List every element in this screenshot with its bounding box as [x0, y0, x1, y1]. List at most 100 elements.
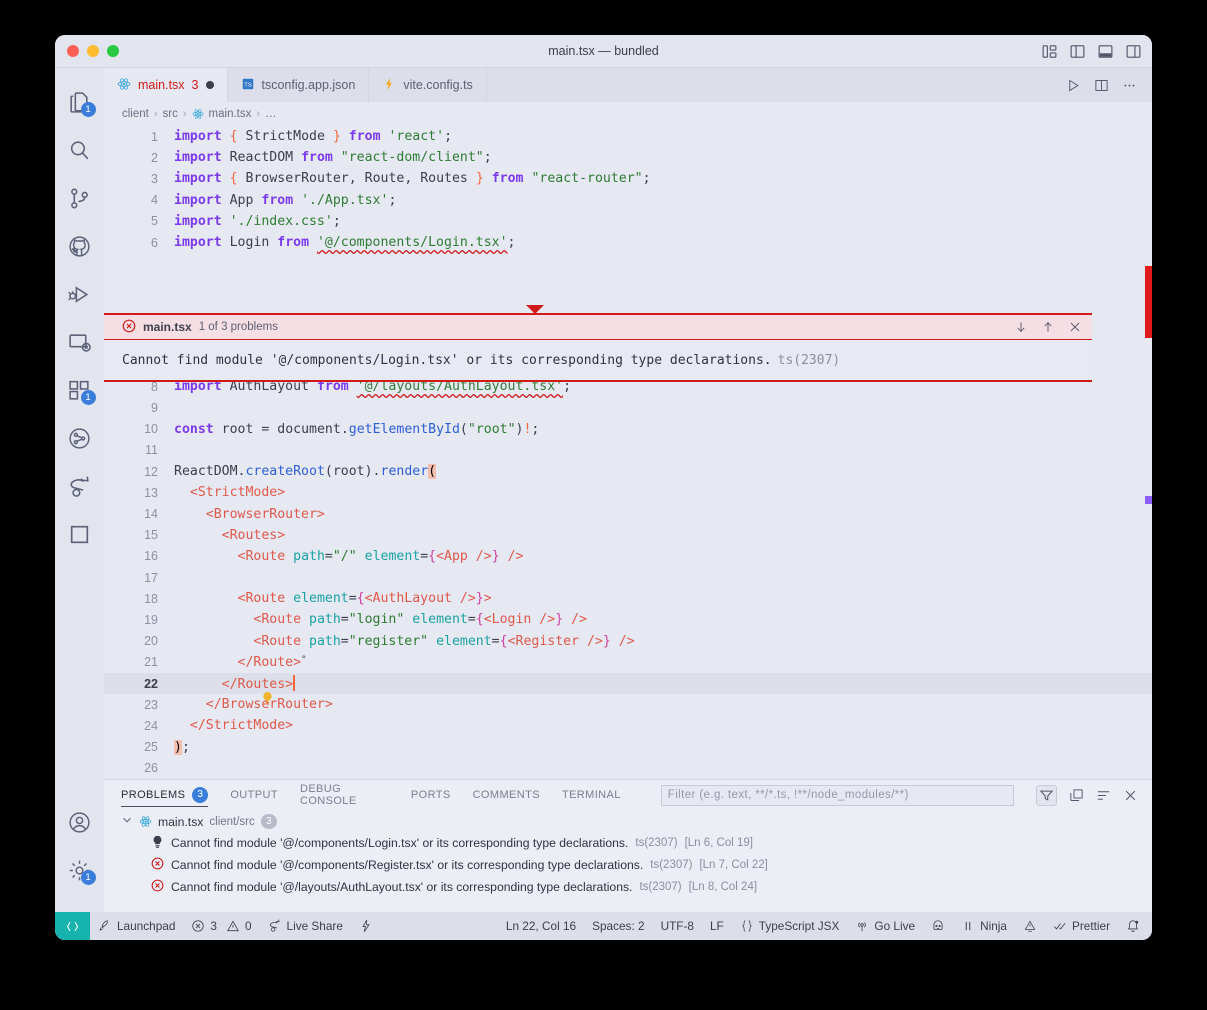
code-line-text: ReactDOM.createRoot(root).render(: [174, 464, 437, 480]
problem-message: Cannot find module '@/layouts/AuthLayout…: [171, 880, 633, 894]
code-line-current: 22 </Routes>: [104, 672, 1152, 705]
breadcrumb[interactable]: client › src › main.tsx › …: [104, 102, 1152, 126]
minimize-window-button[interactable]: [87, 45, 99, 57]
sidebar-item-source-control[interactable]: [57, 174, 103, 222]
close-window-button[interactable]: [67, 45, 79, 57]
breadcrumb-item-3[interactable]: …: [265, 108, 277, 120]
sidebar-item-extensions[interactable]: 1: [57, 366, 103, 414]
code-line-text: <Route element={<AuthLayout />}>: [237, 591, 492, 607]
problems-file-group[interactable]: main.tsx client/src 3: [104, 811, 1152, 832]
status-zap[interactable]: [351, 912, 381, 940]
chevron-down-icon[interactable]: [121, 814, 133, 829]
indentation-label: Spaces: 2: [592, 919, 645, 933]
status-cursor-position[interactable]: Ln 22, Col 16: [498, 912, 584, 940]
code-line: 15 <Routes>: [104, 525, 1152, 546]
line-number: 21: [144, 655, 158, 670]
launchpad-label: Launchpad: [117, 919, 176, 933]
split-editor-icon[interactable]: [1094, 78, 1109, 93]
problems-count-badge: 3: [192, 787, 209, 803]
close-panel-icon[interactable]: [1123, 788, 1138, 803]
line-number: 16: [144, 549, 158, 564]
status-go-live[interactable]: Go Live: [847, 912, 923, 940]
peek-message: Cannot find module '@/components/Login.t…: [122, 352, 772, 368]
status-prettier[interactable]: Prettier: [1045, 912, 1118, 940]
toggle-panel-icon[interactable]: [1097, 43, 1114, 60]
sidebar-item-live-share[interactable]: [57, 462, 103, 510]
problem-row[interactable]: Cannot find module '@/components/Login.t…: [104, 832, 1152, 854]
problem-row[interactable]: Cannot find module '@/components/Registe…: [104, 854, 1152, 876]
previous-problem-icon[interactable]: [1041, 320, 1055, 334]
breadcrumb-item-2[interactable]: main.tsx: [209, 108, 252, 120]
sidebar-item-todo[interactable]: [57, 510, 103, 558]
error-peek-widget[interactable]: main.tsx 1 of 3 problems Cannot find mod…: [104, 305, 1092, 382]
breadcrumb-item-0[interactable]: client: [122, 108, 149, 120]
sidebar-item-run-and-debug[interactable]: [57, 270, 103, 318]
tab-vite-config-ts[interactable]: vite.config.ts: [369, 68, 487, 102]
tab-debug-console[interactable]: DEBUG CONSOLE: [300, 780, 389, 810]
problem-row[interactable]: Cannot find module '@/layouts/AuthLayout…: [104, 876, 1152, 898]
window-controls[interactable]: [55, 45, 119, 57]
close-peek-icon[interactable]: [1068, 320, 1082, 334]
status-notifications[interactable]: [1118, 912, 1148, 940]
filter-icon[interactable]: [1036, 784, 1057, 806]
problems-filter-input[interactable]: Filter (e.g. text, **/*.ts, !**/node_mod…: [660, 784, 1014, 806]
sidebar-item-manage[interactable]: 1: [57, 846, 103, 894]
customize-layout-icon[interactable]: [1041, 43, 1058, 60]
status-eol[interactable]: LF: [702, 912, 732, 940]
line-number: 23: [144, 697, 158, 712]
github-icon: [67, 234, 92, 259]
peek-header: main.tsx 1 of 3 problems: [104, 315, 1092, 340]
tab-terminal[interactable]: TERMINAL: [562, 780, 621, 810]
status-encoding[interactable]: UTF-8: [653, 912, 702, 940]
language-mode-label: TypeScript JSX: [758, 919, 840, 933]
zap-icon: [359, 919, 373, 933]
status-problems-counts[interactable]: 3 0: [183, 912, 259, 940]
status-launchpad[interactable]: Launchpad: [90, 912, 183, 940]
toggle-primary-sidebar-icon[interactable]: [1069, 43, 1086, 60]
testing-icon: [67, 426, 92, 451]
tab-dirty-indicator[interactable]: [205, 81, 214, 89]
more-actions-icon[interactable]: [1122, 78, 1137, 93]
next-problem-icon[interactable]: [1014, 320, 1028, 334]
status-language-mode[interactable]: TypeScript JSX: [732, 912, 848, 940]
tab-comments[interactable]: COMMENTS: [473, 780, 540, 810]
tab-problems[interactable]: PROBLEMS 3: [121, 780, 209, 810]
sidebar-item-remote-explorer[interactable]: [57, 318, 103, 366]
status-pets[interactable]: [923, 912, 953, 940]
code-line-text: </Route>°: [237, 654, 307, 670]
status-alert[interactable]: [1015, 912, 1045, 940]
error-icon: [191, 919, 205, 933]
activity-bar: 1 1 1: [55, 68, 104, 940]
remote-window-icon[interactable]: [55, 912, 90, 940]
sidebar-item-explorer[interactable]: 1: [57, 78, 103, 126]
status-ninja[interactable]: Ninja: [953, 912, 1015, 940]
tab-tsconfig-app-json[interactable]: TS tsconfig.app.json: [227, 68, 370, 102]
tab-ports[interactable]: PORTS: [411, 780, 451, 810]
problems-list[interactable]: main.tsx client/src 3 Cannot find module…: [104, 810, 1152, 898]
title-bar-actions: [1041, 35, 1142, 68]
sidebar-item-search[interactable]: [57, 126, 103, 174]
sidebar-item-testing[interactable]: [57, 414, 103, 462]
status-indentation[interactable]: Spaces: 2: [584, 912, 652, 940]
collapse-all-icon[interactable]: [1069, 788, 1084, 803]
problem-location: [Ln 8, Col 24]: [688, 881, 758, 893]
zoom-window-button[interactable]: [107, 45, 119, 57]
status-bar-right: Ln 22, Col 16 Spaces: 2 UTF-8 LF TypeScr…: [498, 912, 1152, 940]
toggle-secondary-sidebar-icon[interactable]: [1125, 43, 1142, 60]
lightbulb-icon[interactable]: [151, 835, 164, 852]
sidebar-item-accounts[interactable]: [57, 798, 103, 846]
run-file-icon[interactable]: [1066, 78, 1081, 93]
code-line: 20 <Route path="register" element={<Regi…: [104, 631, 1152, 652]
view-as-list-icon[interactable]: [1096, 788, 1111, 803]
code-line: 9: [104, 398, 1152, 419]
code-line: 23 </BrowserRouter>: [104, 694, 1152, 715]
sidebar-item-github[interactable]: [57, 222, 103, 270]
line-number: 22: [144, 676, 158, 691]
tab-output[interactable]: OUTPUT: [230, 780, 278, 810]
line-number: 14: [144, 507, 158, 522]
status-live-share[interactable]: Live Share: [260, 912, 351, 940]
line-number: 24: [144, 718, 158, 733]
tab-main-tsx[interactable]: main.tsx 3: [104, 68, 228, 102]
check-check-icon: [1053, 919, 1067, 933]
breadcrumb-item-1[interactable]: src: [163, 108, 178, 120]
